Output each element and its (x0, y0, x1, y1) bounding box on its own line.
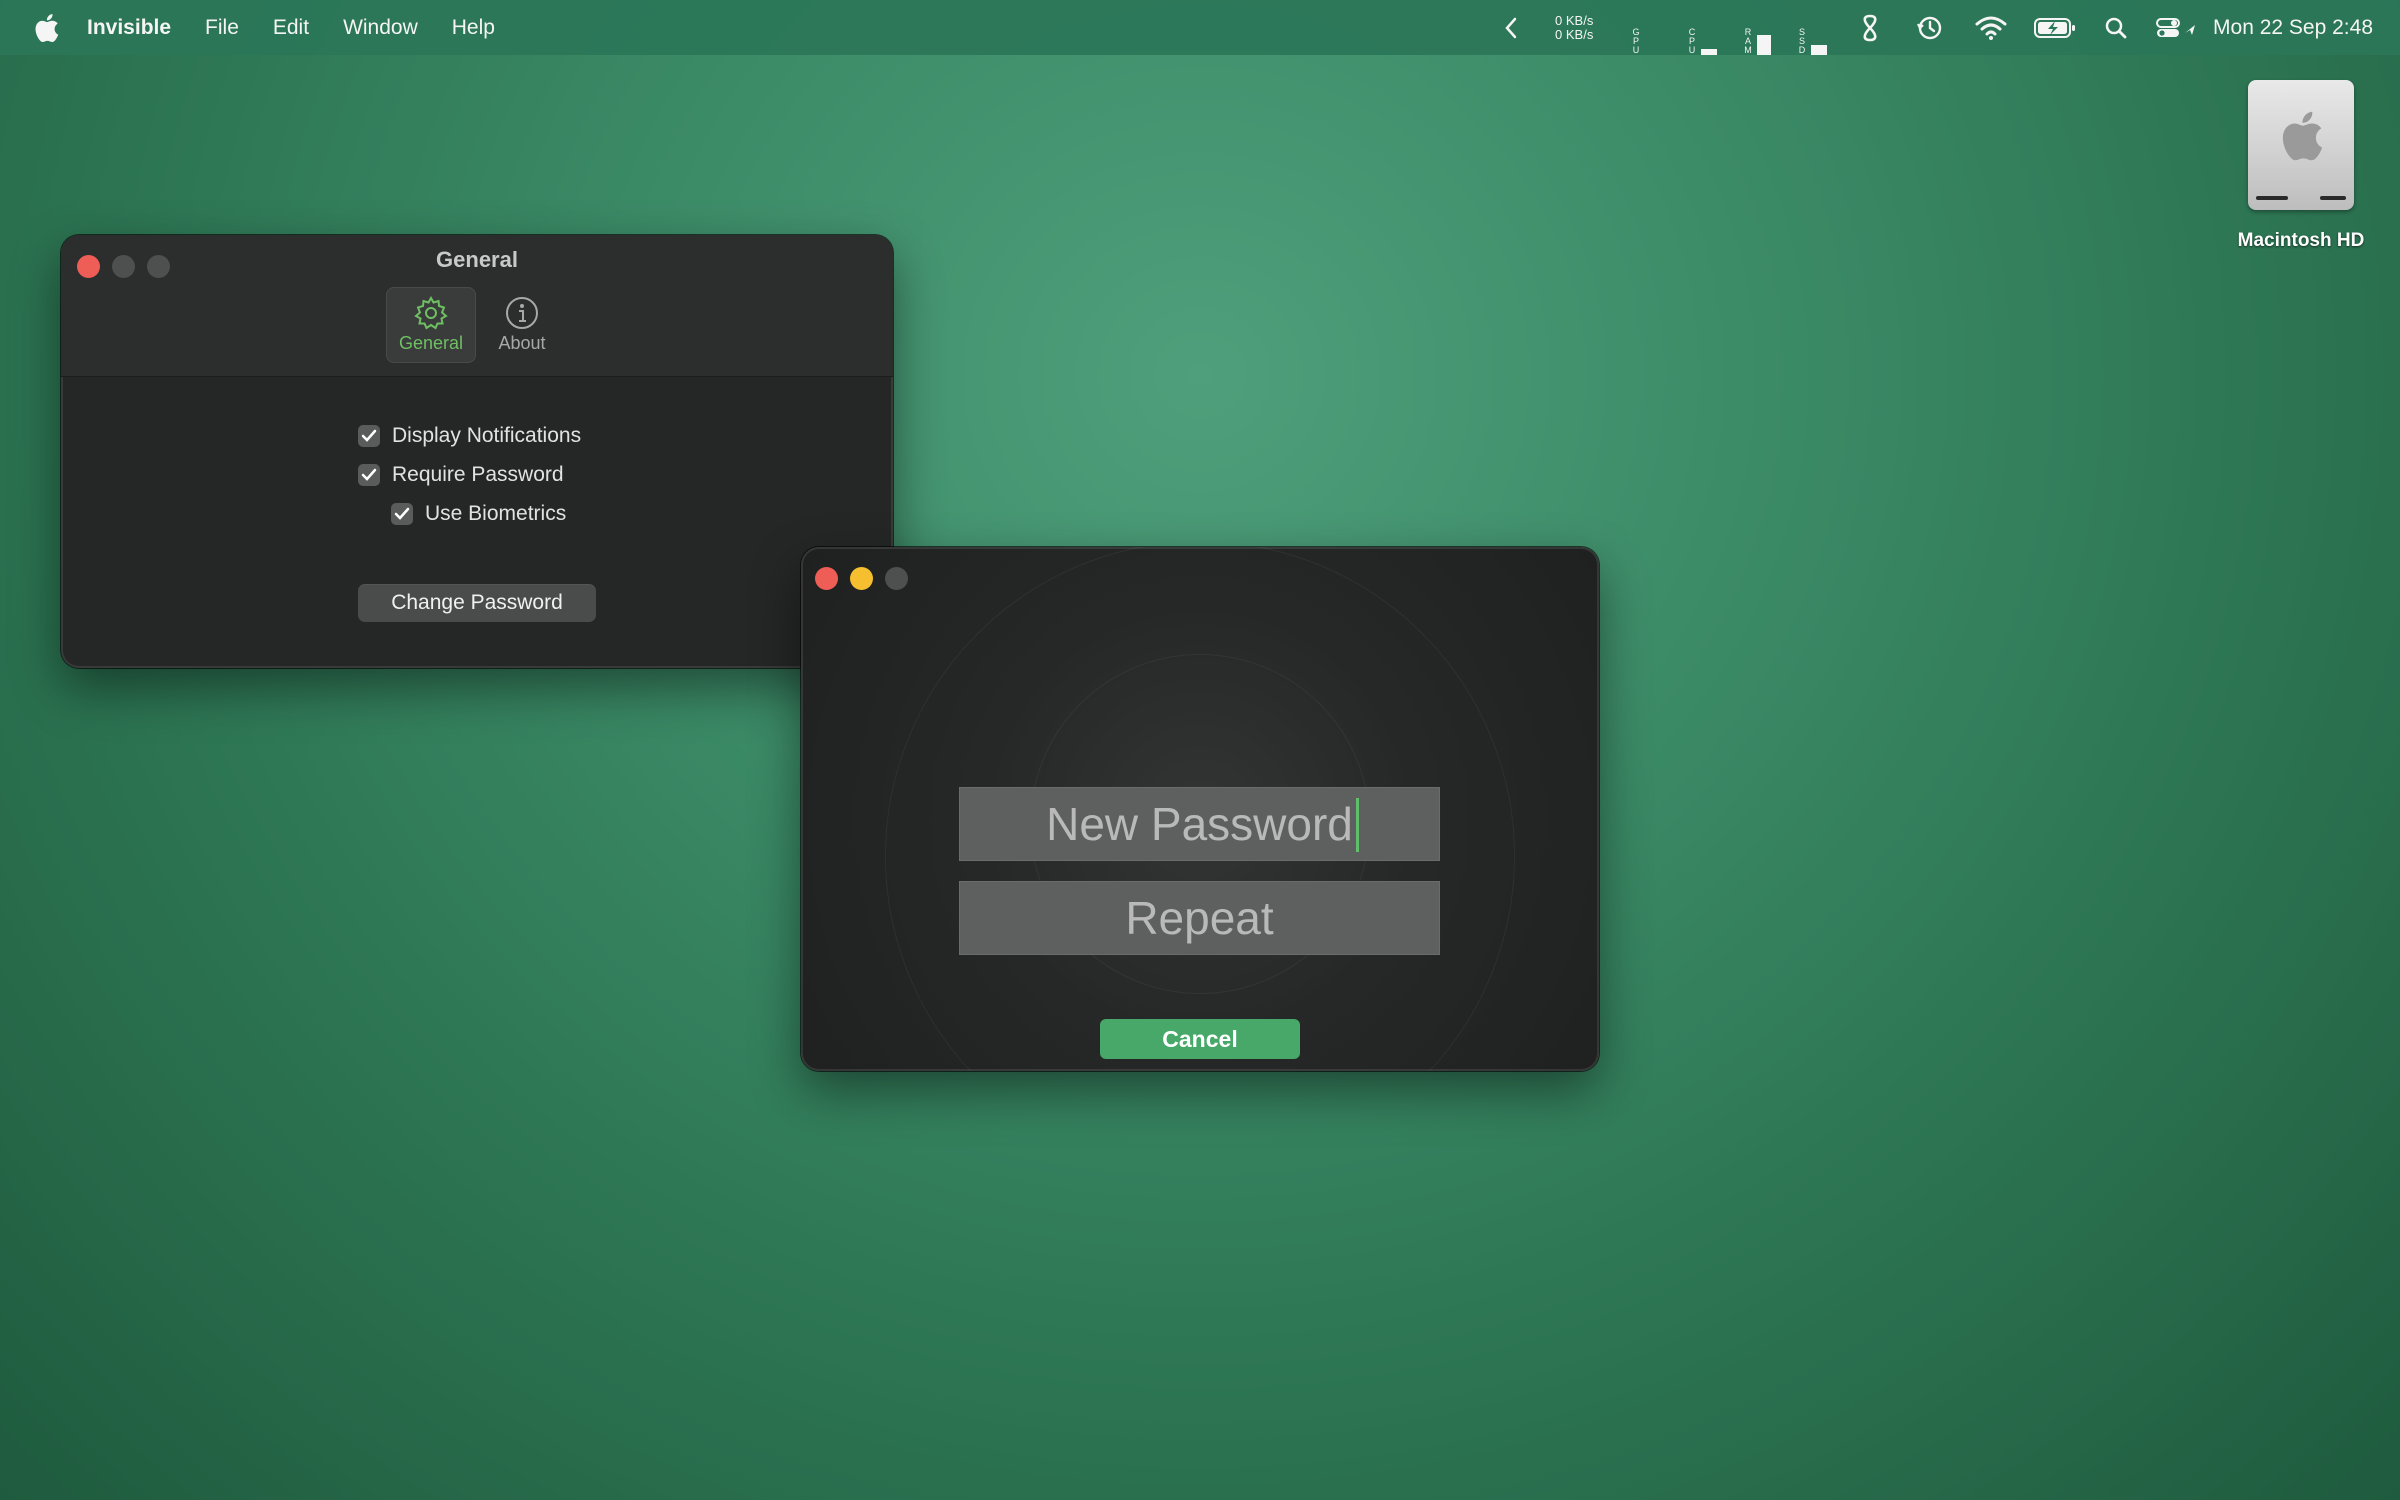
ssd-meter[interactable]: SSD (1797, 0, 1828, 55)
menu-help[interactable]: Help (452, 16, 495, 40)
cpu-bar (1701, 49, 1718, 55)
hard-drive-icon (2248, 80, 2354, 210)
menu-clock[interactable]: Mon 22 Sep 2:48 (2213, 16, 2373, 40)
repeat-password-placeholder: Repeat (1125, 892, 1274, 944)
search-icon[interactable] (2101, 0, 2131, 55)
infinity-icon[interactable] (1853, 0, 1887, 55)
menu-bar: Invisible File Edit Window Help 0 KB/s 0… (0, 0, 2400, 55)
new-password-placeholder: New Password (1046, 798, 1353, 850)
macintosh-hd-icon[interactable]: Macintosh HD (2226, 80, 2376, 252)
chevron-left-icon[interactable] (1491, 0, 1531, 55)
wifi-icon[interactable] (1973, 0, 2009, 55)
apple-menu-icon[interactable] (27, 9, 65, 47)
window-controls (815, 567, 908, 590)
option-label: Display Notifications (392, 424, 582, 447)
menu-file[interactable]: File (205, 16, 239, 40)
checkbox-checked-icon[interactable] (358, 464, 380, 486)
ram-bar (1757, 35, 1772, 55)
menu-edit[interactable]: Edit (273, 16, 309, 40)
option-label: Use Biometrics (425, 502, 567, 525)
checkbox-checked-icon[interactable] (358, 425, 380, 447)
change-password-button[interactable]: Change Password (358, 584, 596, 622)
cpu-label: CPU (1688, 27, 1696, 55)
network-speed[interactable]: 0 KB/s 0 KB/s (1555, 0, 1615, 55)
ram-meter[interactable]: RAM (1743, 0, 1772, 55)
ram-label: RAM (1744, 27, 1752, 55)
disk-label: Macintosh HD (2237, 230, 2365, 251)
gear-icon (414, 295, 448, 330)
ssd-label: SSD (1798, 27, 1806, 55)
zoom-button[interactable] (885, 567, 908, 590)
time-machine-icon[interactable] (1913, 0, 1947, 55)
text-caret (1356, 798, 1359, 852)
info-icon (506, 297, 538, 329)
tab-about-label: About (498, 333, 546, 353)
tab-general-label: General (398, 333, 464, 353)
checkbox-checked-icon[interactable] (391, 503, 413, 525)
gpu-label: GPU (1632, 27, 1640, 55)
change-password-window: New Password Repeat Cancel (801, 547, 1599, 1071)
menu-window[interactable]: Window (343, 16, 418, 40)
repeat-password-field[interactable]: Repeat (959, 881, 1440, 955)
use-biometrics-option[interactable]: Use Biometrics (391, 502, 566, 526)
require-password-option[interactable]: Require Password (358, 463, 564, 487)
minimize-button[interactable] (850, 567, 873, 590)
option-label: Require Password (392, 463, 564, 486)
net-up-text: 0 KB/s (1555, 12, 1594, 28)
window-title: General (436, 247, 518, 272)
tab-about[interactable]: About (477, 287, 567, 363)
net-down-text: 0 KB/s (1555, 26, 1594, 42)
display-notifications-option[interactable]: Display Notifications (358, 424, 581, 448)
cpu-meter[interactable]: CPU (1687, 0, 1718, 55)
tab-general[interactable]: General (386, 287, 476, 363)
control-center-icon[interactable] (2155, 0, 2199, 55)
menu-app-name[interactable]: Invisible (87, 16, 171, 40)
ssd-bar (1811, 45, 1828, 55)
battery-icon[interactable] (2033, 0, 2077, 55)
gpu-meter[interactable]: GPU (1631, 0, 1661, 55)
cancel-button[interactable]: Cancel (1100, 1019, 1300, 1059)
close-button[interactable] (815, 567, 838, 590)
general-settings-window: General General About Display Notificati… (61, 235, 893, 668)
new-password-field[interactable]: New Password (959, 787, 1440, 861)
